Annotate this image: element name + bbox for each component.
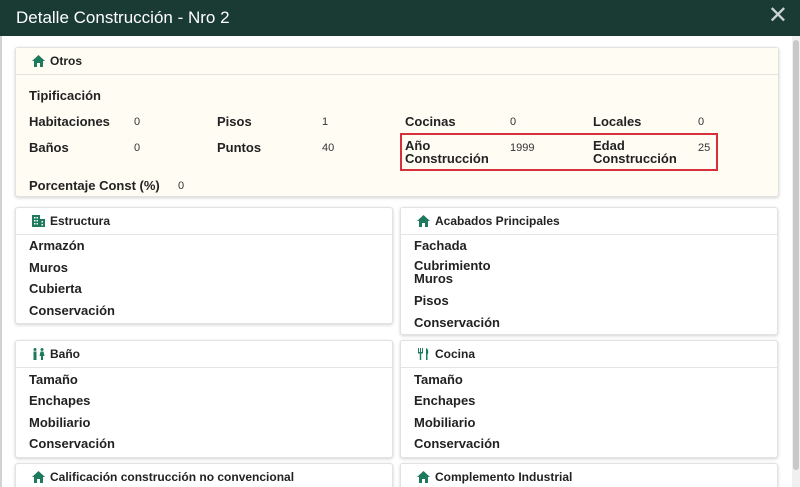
building-icon — [32, 215, 45, 227]
cocina-tamano: Tamaño — [414, 372, 463, 387]
utensils-icon — [418, 348, 429, 360]
close-icon[interactable]: ✕ — [768, 3, 788, 29]
habitaciones-label: Habitaciones — [29, 114, 110, 129]
acabados-pisos: Pisos — [414, 293, 449, 308]
complemento-panel-title: Complemento Industrial — [435, 470, 573, 484]
dialog-titlebar: Detalle Construcción - Nro 2 ✕ — [0, 0, 800, 36]
locales-value: 0 — [698, 116, 705, 128]
cocina-conservacion: Conservación — [414, 436, 500, 451]
bano-panel-title: Baño — [50, 347, 80, 361]
estructura-armazon: Armazón — [29, 238, 85, 253]
dialog-title: Detalle Construcción - Nro 2 — [16, 8, 230, 27]
bano-tamano: Tamaño — [29, 372, 78, 387]
scrollbar-thumb[interactable] — [793, 40, 799, 470]
otros-panel-title: Otros — [50, 54, 83, 68]
banos-label: Baños — [29, 140, 69, 155]
complemento-panel-header: Complemento Industrial — [401, 464, 777, 487]
acabados-panel-header: Acabados Principales — [401, 208, 777, 235]
cocina-panel-header: Cocina — [401, 341, 777, 368]
acabados-fachada: Fachada — [414, 238, 467, 253]
restroom-icon — [33, 348, 45, 360]
otros-panel-header: Otros — [16, 48, 778, 75]
pisos-label: Pisos — [217, 114, 252, 129]
habitaciones-value: 0 — [134, 116, 141, 128]
bano-enchapes: Enchapes — [29, 393, 91, 408]
locales-label: Locales — [593, 114, 642, 129]
home-icon — [32, 55, 45, 67]
cocinas-value: 0 — [510, 116, 517, 128]
calificacion-panel-title: Calificación construcción no convenciona… — [50, 470, 295, 484]
banos-value: 0 — [134, 142, 141, 154]
bano-mobiliario: Mobiliario — [29, 415, 91, 430]
cocina-mobiliario: Mobiliario — [414, 415, 476, 430]
home-icon — [417, 215, 430, 227]
porcentaje-value: 0 — [178, 180, 185, 192]
highlight-box — [400, 133, 718, 171]
home-icon — [417, 471, 430, 483]
puntos-value: 40 — [322, 142, 335, 154]
pisos-value: 1 — [322, 116, 329, 128]
cocinas-label: Cocinas — [405, 114, 456, 129]
acabados-muros: Muros — [414, 271, 453, 286]
home-icon — [32, 471, 45, 483]
bano-panel-header: Baño — [16, 341, 392, 368]
bano-conservacion: Conservación — [29, 436, 115, 451]
complemento-panel: Complemento Industrial — [400, 463, 778, 487]
estructura-panel-title: Estructura — [50, 214, 111, 228]
calificacion-panel: Calificación construcción no convenciona… — [15, 463, 393, 487]
acabados-conservacion: Conservación — [414, 315, 500, 330]
puntos-label: Puntos — [217, 140, 262, 155]
estructura-panel-header: Estructura — [16, 208, 392, 235]
acabados-panel-title: Acabados Principales — [435, 214, 560, 228]
scrollbar[interactable] — [792, 36, 800, 487]
estructura-conservacion: Conservación — [29, 303, 115, 318]
estructura-cubierta: Cubierta — [29, 281, 82, 296]
cocina-enchapes: Enchapes — [414, 393, 476, 408]
estructura-muros: Muros — [29, 260, 68, 275]
cocina-panel-title: Cocina — [435, 347, 476, 361]
otros-panel: Otros — [15, 47, 779, 197]
porcentaje-label: Porcentaje Const (%) — [29, 178, 160, 193]
calificacion-panel-header: Calificación construcción no convenciona… — [16, 464, 392, 487]
tipificacion-label: Tipificación — [29, 88, 101, 103]
